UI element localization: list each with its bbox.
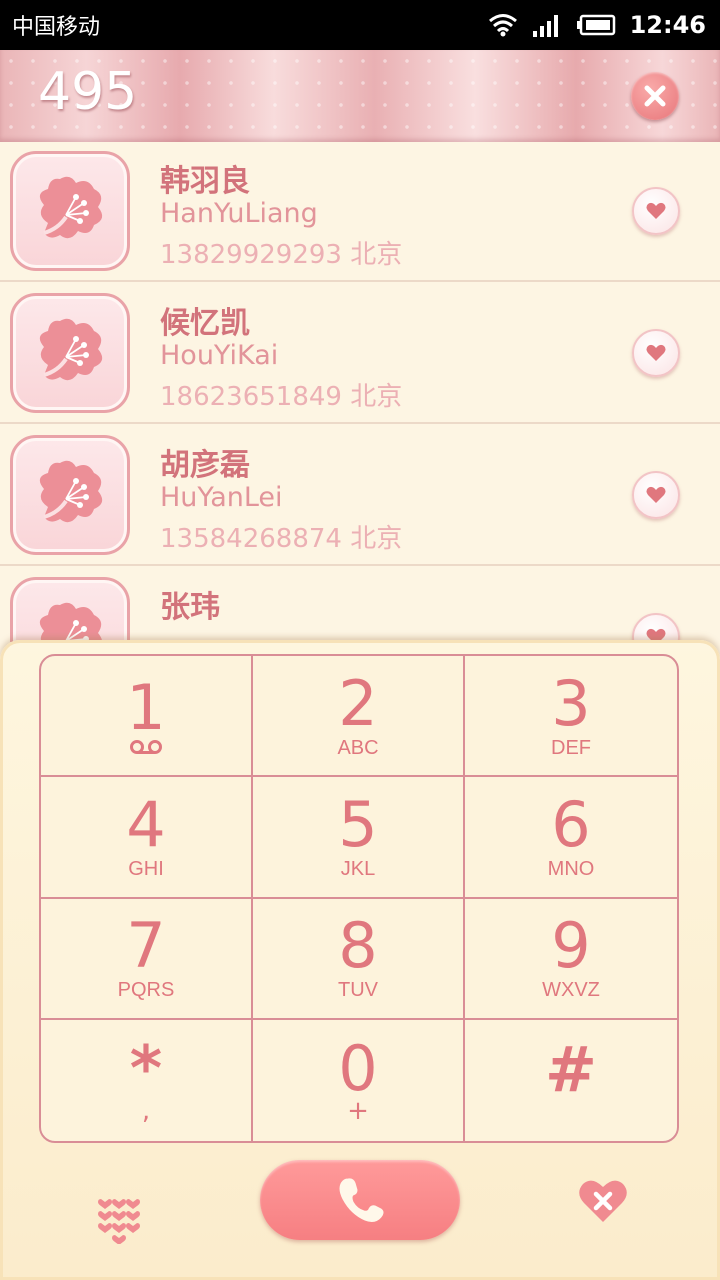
key-4[interactable]: 4 GHI [41,777,253,899]
carrier-name: 中国移动 [12,15,101,40]
key-digit: # [545,1033,597,1107]
key-0[interactable]: 0 + [253,1019,465,1141]
contact-pinyin: HuYanLei [160,482,283,513]
contact-avatar [10,293,130,413]
contact-avatar [10,435,130,555]
status-icons: 12:46 [488,11,706,39]
key-digit: * [129,1032,163,1106]
key-7[interactable]: 7 PQRS [41,898,253,1020]
key-letters: MNO [547,857,595,880]
contact-row[interactable]: 胡彦磊 HuYanLei 13584268874 北京 [0,426,720,566]
key-digit: 2 [338,666,378,740]
key-8[interactable]: 8 TUV [253,898,465,1020]
contact-detail-button[interactable] [632,613,680,642]
key-letters: , [141,1096,151,1127]
heart-icon [646,486,666,503]
contact-number: 18623651849 北京 [160,382,403,412]
heart-delete-icon[interactable] [578,1178,628,1224]
contact-pinyin: HanYuLiang [160,198,318,229]
key-digit: 8 [338,909,378,983]
key-1[interactable]: 1 [41,656,253,778]
key-5[interactable]: 5 JKL [253,777,465,899]
flower-icon [39,176,103,239]
wifi-icon [488,14,517,37]
voicemail-icon [130,739,162,754]
contact-name: 张玮 [160,590,220,625]
dialpad-panel: 1 2 ABC 3 DEF 4 GHI 5 JKL 6 MNO 7 PQRS 8… [0,640,720,1280]
key-6[interactable]: 6 MNO [465,777,677,899]
contact-name: 韩羽良 [160,164,250,199]
key-9[interactable]: 9 WXVZ [465,899,677,1020]
clock: 12:46 [629,11,706,39]
key-hash[interactable]: # [465,1020,677,1141]
contact-detail-button[interactable] [632,471,680,519]
key-letters: GHI [128,857,164,880]
dial-actions [0,1160,720,1260]
contact-detail-button[interactable] [632,329,680,377]
key-letters: ABC [337,736,379,759]
key-digit: 1 [126,670,166,744]
key-2[interactable]: 2 ABC [253,656,465,778]
key-digit: 4 [126,787,166,861]
dialpad: 1 2 ABC 3 DEF 4 GHI 5 JKL 6 MNO 7 PQRS 8… [39,654,679,1143]
contact-row[interactable]: 韩羽良 HanYuLiang 13829929293 北京 [0,142,720,282]
phone-icon [339,1178,384,1222]
contact-avatar [10,151,130,271]
contact-pinyin: HouYiKai [160,340,279,371]
contact-name: 候忆凯 [160,306,250,341]
status-bar: 中国移动 12:46 [0,0,720,50]
key-letters: JKL [340,857,376,880]
heart-icon [646,344,666,361]
key-digit: 3 [551,666,591,740]
call-button[interactable] [260,1160,460,1240]
key-digit: 5 [338,787,378,861]
signal-icon [532,15,558,37]
key-digit: 0 [338,1032,378,1106]
contact-avatar [10,577,130,642]
key-letters: DEF [551,736,591,759]
key-letters: + [347,1096,369,1127]
key-letters: WXVZ [542,979,600,1002]
contact-name: 胡彦磊 [160,448,250,483]
key-star[interactable]: * , [41,1019,253,1141]
heart-icon [646,202,666,219]
contact-detail-button[interactable] [632,187,680,235]
dialed-number[interactable]: 495 [38,62,137,122]
flower-icon [39,318,103,381]
flower-icon [39,460,103,523]
key-letters: PQRS [117,979,175,1002]
contact-row[interactable]: 候忆凯 HouYiKai 18623651849 北京 [0,284,720,424]
key-letters: TUV [338,979,378,1002]
close-icon [644,85,666,107]
contact-number: 13584268874 北京 [160,524,403,554]
battery-icon [576,14,615,36]
contact-number: 13829929293 北京 [160,240,403,270]
flower-icon [39,602,103,642]
contact-row[interactable]: 张玮 [0,568,720,642]
key-digit: 7 [126,909,166,983]
key-digit: 9 [551,909,591,983]
dial-header: 495 [0,50,720,142]
clear-button[interactable] [631,72,679,120]
key-3[interactable]: 3 DEF [465,656,677,778]
contact-list: 韩羽良 HanYuLiang 13829929293 北京 候忆凯 HouYiK… [0,142,720,642]
keypad-toggle-icon[interactable] [98,1198,140,1244]
key-digit: 6 [551,787,591,861]
